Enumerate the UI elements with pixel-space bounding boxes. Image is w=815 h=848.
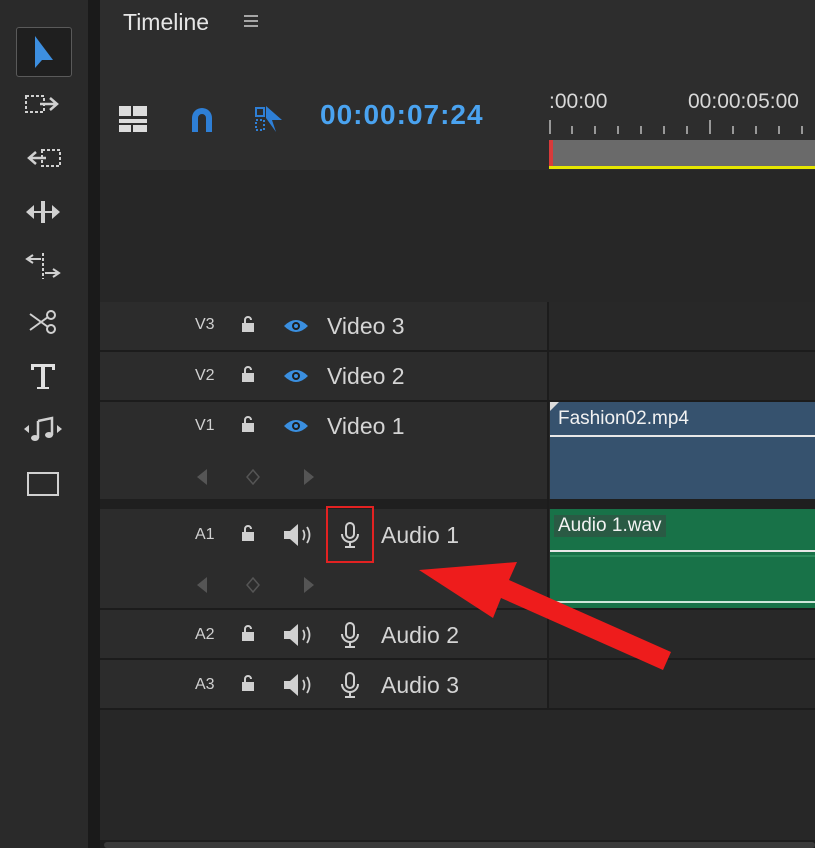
eye-icon[interactable] [282,418,310,439]
selection-arrow-icon [35,36,53,68]
track-name[interactable]: Video 2 [327,363,405,390]
previous-keyframe-icon[interactable] [195,575,209,600]
ruler-ticks [549,120,803,134]
track-header-v2[interactable] [100,352,547,400]
track-select-forward-icon [25,95,59,113]
clip-name: Audio 1.wav [554,515,666,537]
lock-track-icon[interactable] [240,315,256,338]
render-status-bar [549,166,815,169]
track-name[interactable]: Video 3 [327,313,405,340]
ripple-edit-icon [26,201,60,223]
track-id[interactable]: V1 [195,417,215,435]
microphone-icon[interactable] [340,621,360,654]
linked-selection-icon[interactable] [252,104,284,139]
playhead[interactable] [549,140,553,166]
hamburger-menu-icon[interactable] [243,13,259,34]
previous-keyframe-icon[interactable] [195,467,209,492]
type-icon [31,364,55,389]
rectangle-tool[interactable] [16,460,70,508]
video-clip[interactable]: Fashion02.mp4 [550,402,815,499]
add-keyframe-icon[interactable] [245,576,261,599]
lock-track-icon[interactable] [240,624,256,647]
lock-track-icon[interactable] [240,365,256,388]
next-keyframe-icon[interactable] [302,575,316,600]
clip-name: Fashion02.mp4 [558,408,689,429]
track-select-backward-icon [27,149,61,167]
track-v2[interactable] [549,352,815,400]
audio-tool[interactable] [16,406,70,454]
lock-track-icon[interactable] [240,415,256,438]
type-tool[interactable] [16,352,70,400]
ruler-label: 00:00:05:00 [688,90,799,113]
next-keyframe-icon[interactable] [302,467,316,492]
track-name[interactable]: Video 1 [327,413,405,440]
track-id[interactable]: A1 [195,526,215,544]
ruler-label: :00:00 [549,90,608,113]
time-ruler[interactable]: :00:00 00:00:05:00 [549,60,815,170]
scrollbar-thumb[interactable] [104,842,815,848]
annotation-highlight-box [326,506,374,563]
annotation-arrow-icon [419,562,671,670]
speaker-icon[interactable] [282,522,314,553]
clip-opacity-line[interactable] [550,435,815,437]
track-name[interactable]: Audio 1 [381,522,459,549]
eye-icon[interactable] [282,318,310,339]
speaker-icon[interactable] [282,622,314,653]
rectangle-icon [27,472,59,496]
add-keyframe-icon[interactable] [245,468,261,491]
track-v3[interactable] [549,302,815,350]
panel-divider [88,0,100,848]
lock-track-icon[interactable] [240,524,256,547]
clip-volume-line[interactable] [550,550,815,552]
razor-tool[interactable] [16,298,70,346]
scissors-icon [29,310,56,334]
track-id[interactable]: V2 [195,367,215,385]
music-note-icon [24,416,62,441]
clip-corner-marker [550,402,559,411]
tools-panel [0,0,88,848]
track-id[interactable]: A3 [195,676,215,694]
rolling-edit-tool[interactable] [16,242,70,290]
video-audio-divider[interactable] [100,499,815,509]
lock-track-icon[interactable] [240,674,256,697]
snap-magnet-icon[interactable] [188,106,216,139]
track-name[interactable]: Audio 3 [381,672,459,699]
speaker-icon[interactable] [282,672,314,703]
track-divider [100,708,815,710]
track-header-v1[interactable] [100,402,547,499]
selection-tool[interactable] [16,27,72,77]
microphone-icon[interactable] [340,671,360,704]
playhead-timecode[interactable]: 00:00:07:24 [320,99,484,131]
track-select-forward-tool[interactable] [16,80,70,128]
track-select-backward-tool[interactable] [16,134,70,182]
ripple-edit-tool[interactable] [16,188,70,236]
track-id[interactable]: V3 [195,316,215,334]
nest-sequence-icon[interactable] [117,104,149,139]
rolling-edit-icon [25,253,61,279]
track-id[interactable]: A2 [195,626,215,644]
panel-title: Timeline [123,9,210,35]
work-area-bar[interactable] [549,140,815,166]
eye-icon[interactable] [282,368,310,389]
track-header-v3[interactable] [100,302,547,350]
timeline-empty-space [100,170,815,301]
clip-waveform-divider [550,555,815,557]
